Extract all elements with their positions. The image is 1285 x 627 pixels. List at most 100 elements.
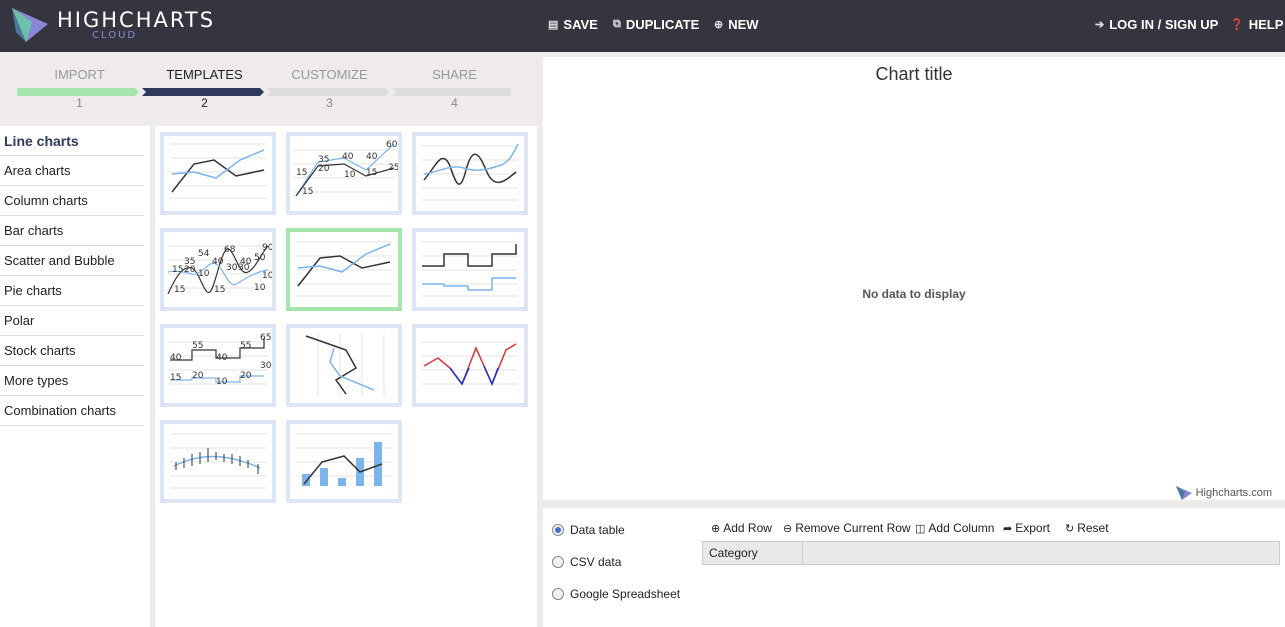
radio-csv-data[interactable]: CSV data [552,555,621,569]
label-40a: 40 [212,257,224,267]
share-arrow-icon: ➦ [1003,522,1013,535]
radio-dot-selected[interactable] [552,524,564,536]
reset-button[interactable]: ↻ Reset [1065,521,1109,535]
template-inverted-axes[interactable] [286,228,402,311]
logo-text: HIGHCHARTS [57,8,216,32]
category-polar[interactable]: Polar [0,306,144,336]
label-30b: 30 [238,263,250,273]
label-10: 10 [216,377,228,387]
login-label: LOG IN / SIGN UP [1109,17,1219,32]
category-stock-charts[interactable]: Stock charts [0,336,144,366]
copy-icon: ⧉ [613,18,621,30]
credit-text: Highcharts.com [1195,487,1272,499]
radio-dot[interactable] [552,588,564,600]
step-num-1: 1 [76,96,83,110]
category-combination-charts[interactable]: Combination charts [0,396,144,426]
plus-circle-icon: ⊕ [711,522,721,535]
step-customize[interactable]: CUSTOMIZE [267,67,392,82]
category-more-types[interactable]: More types [0,366,144,396]
top-bar: HIGHCHARTS CLOUD ▤ SAVE ⧉ DUPLICATE ⊕ NE… [0,0,1285,52]
add-column-label: Add Column [928,521,995,535]
category-list: Line charts Area charts Column charts Ba… [0,126,150,627]
question-circle-icon: ❓ [1230,19,1244,31]
radio-google-spreadsheet[interactable]: Google Spreadsheet [552,587,680,601]
add-row-label: Add Row [723,521,772,535]
chart-preview[interactable]: Chart title No data to display Highchart… [543,57,1285,500]
template-step-line-labels[interactable]: 65 55 55 40 40 30 15 20 20 10 [160,324,276,407]
category-area-charts[interactable]: Area charts [0,156,144,186]
remove-row-button[interactable]: ⊖ Remove Current Row [783,521,911,535]
data-grid-header[interactable]: Category [702,541,1280,565]
template-line-with-labels[interactable]: 60 35 40 40 15 20 10 15 25 15 [286,132,402,215]
step-num-3: 3 [326,96,333,110]
step-line-thumbnail [422,241,518,297]
radio-data-table-label: Data table [570,523,625,537]
label-60: 60 [386,140,398,150]
highcharts-credit[interactable]: Highcharts.com [1175,486,1272,500]
help-button[interactable]: ❓ HELP [1230,17,1283,32]
label-40b: 40 [366,152,378,162]
label-10: 10 [344,170,356,180]
label-40a: 40 [342,152,354,162]
template-basic-line[interactable] [160,132,276,215]
category-line-charts[interactable]: Line charts [0,126,144,156]
inverted-line-thumbnail [305,334,385,396]
label-15a: 15 [296,168,307,178]
help-label: HELP [1248,17,1284,32]
error-bar-thumbnail [170,433,266,489]
step-templates[interactable]: TEMPLATES [142,67,267,82]
label-15b: 15 [366,168,377,178]
label-30: 30 [260,361,272,371]
step-num-2: 2 [201,96,208,110]
spline-with-labels-thumbnail: 54 68 90 35 40 40 50 15 20 10 30 30 10 1… [167,243,272,295]
basic-line-thumbnail [170,143,266,199]
template-spline[interactable] [412,132,528,215]
line-column-combo-thumbnail [296,433,392,486]
label-15c: 15 [214,285,225,295]
chart-title[interactable]: Chart title [543,64,1285,85]
floppy-icon: ▤ [548,19,559,31]
duplicate-button[interactable]: ⧉ DUPLICATE [613,17,699,32]
label-40a: 40 [170,353,182,363]
new-button[interactable]: ⊕ NEW [714,17,759,32]
template-spline-with-labels[interactable]: 54 68 90 35 40 40 50 15 20 10 30 30 10 1… [160,228,276,311]
new-label: NEW [728,17,759,32]
step-bar-import [17,88,139,96]
label-10a: 10 [198,269,210,279]
step-bar-share [392,88,511,96]
grid-header-category[interactable]: Category [703,542,803,564]
label-10b: 10 [262,271,272,281]
login-button[interactable]: ➔ LOG IN / SIGN UP [1095,17,1218,32]
duplicate-label: DUPLICATE [625,17,700,32]
category-scatter-bubble[interactable]: Scatter and Bubble [0,246,144,276]
label-10c: 10 [254,283,266,293]
label-15: 15 [170,373,181,383]
template-negative-color[interactable] [412,324,528,407]
highcharts-cloud-logo[interactable]: HIGHCHARTS CLOUD [10,6,230,46]
spline-thumbnail [422,143,519,201]
category-bar-charts[interactable]: Bar charts [0,216,144,246]
plus-circle-icon: ⊕ [714,19,724,31]
login-icon: ➔ [1095,19,1105,31]
template-grid: 60 35 40 40 15 20 10 15 25 15 54 68 90 3… [155,126,537,627]
category-column-charts[interactable]: Column charts [0,186,144,216]
category-pie-charts[interactable]: Pie charts [0,276,144,306]
save-label: SAVE [563,17,598,32]
template-error-bar[interactable] [160,420,276,503]
left-panel: IMPORT TEMPLATES CUSTOMIZE SHARE 1 2 3 4… [0,52,540,627]
label-65: 65 [260,333,271,343]
add-column-button[interactable]: ◫ Add Column [915,521,994,535]
template-step-line[interactable] [412,228,528,311]
template-line-column-combo[interactable] [286,420,402,503]
step-share[interactable]: SHARE [392,67,517,82]
step-import[interactable]: IMPORT [17,67,142,82]
radio-dot[interactable] [552,556,564,568]
export-button[interactable]: ➦ Export [1003,521,1050,535]
label-15b: 15 [174,285,185,295]
save-button[interactable]: ▤ SAVE [548,17,598,32]
radio-data-table[interactable]: Data table [552,523,625,537]
step-progress: IMPORT TEMPLATES CUSTOMIZE SHARE 1 2 3 4 [0,52,540,124]
highcharts-logo-icon [12,8,48,42]
template-inverted-line[interactable] [286,324,402,407]
add-row-button[interactable]: ⊕ Add Row [711,521,772,535]
